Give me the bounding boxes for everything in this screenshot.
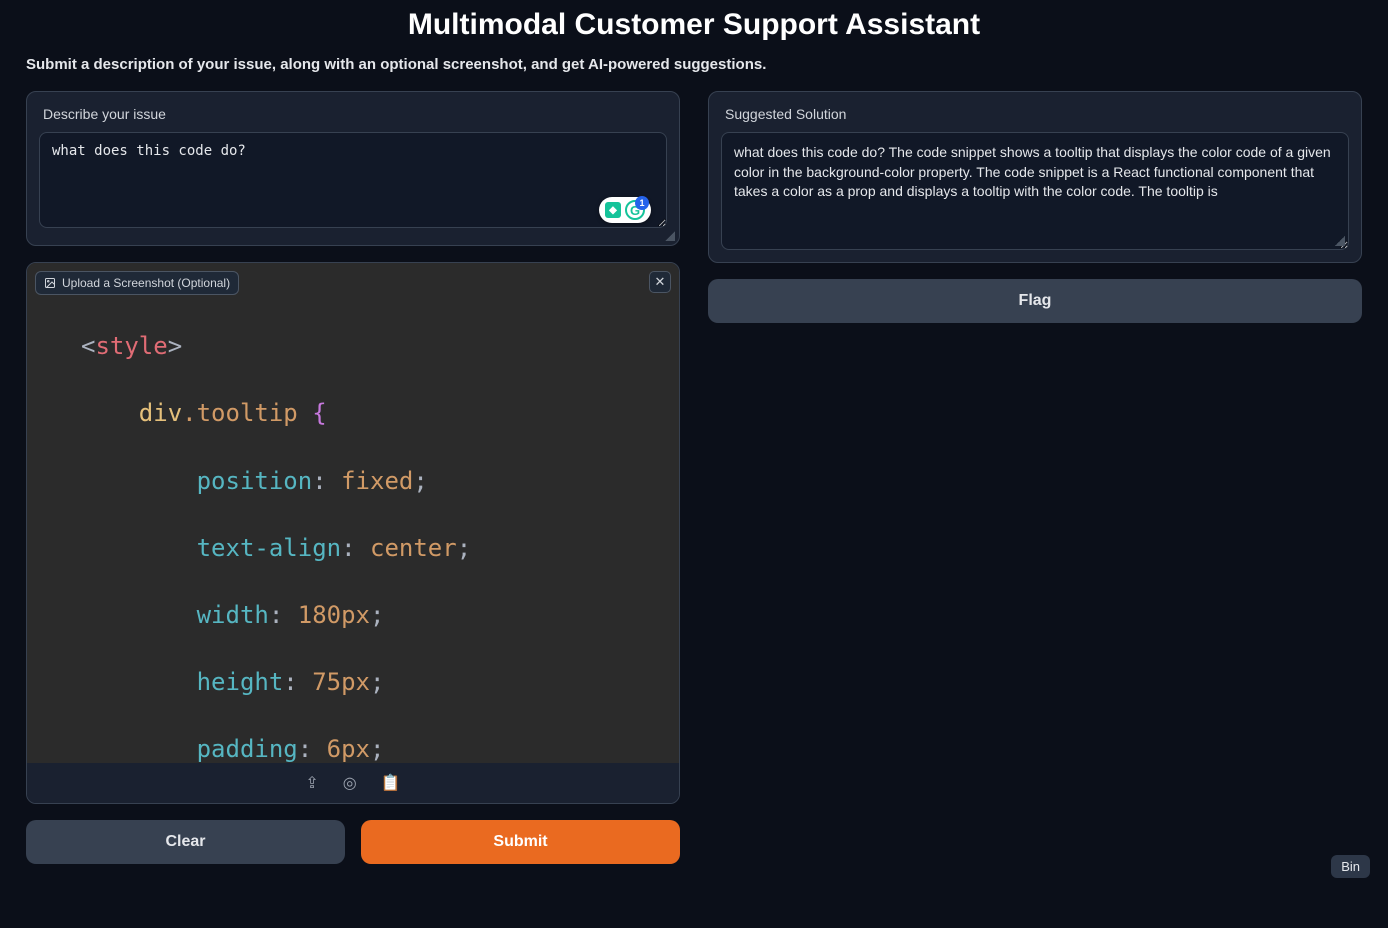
screenshot-preview: <style> div.tooltip { position: fixed; t… (27, 263, 679, 763)
grammarly-icon: G 1 (625, 200, 645, 220)
grammarly-badge[interactable]: ◆ G 1 (599, 197, 651, 223)
close-icon: ✕ (655, 274, 666, 290)
grammarly-count: 1 (635, 196, 649, 210)
page-subtitle: Submit a description of your issue, alon… (0, 56, 1388, 91)
upload-tab-label: Upload a Screenshot (Optional) (62, 276, 230, 290)
close-button[interactable]: ✕ (649, 271, 671, 293)
grammarly-diamond-icon: ◆ (605, 202, 621, 218)
upload-icon[interactable]: ⇪ (305, 773, 318, 793)
issue-input[interactable] (39, 132, 667, 228)
action-buttons: Clear Submit (26, 820, 680, 864)
issue-label: Describe your issue (39, 104, 667, 132)
clipboard-icon[interactable]: 📋 (381, 773, 401, 793)
issue-panel: Describe your issue ◆ G 1 (26, 91, 680, 246)
page-title: Multimodal Customer Support Assistant (0, 0, 1388, 56)
resize-handle-icon[interactable] (665, 231, 675, 241)
image-icon (44, 277, 56, 289)
solution-output: what does this code do? The code snippet… (721, 132, 1349, 250)
upload-panel: Upload a Screenshot (Optional) ✕ <style>… (26, 262, 680, 804)
solution-label: Suggested Solution (721, 104, 1349, 132)
upload-tab[interactable]: Upload a Screenshot (Optional) (35, 271, 239, 295)
bin-pill[interactable]: Bin (1331, 855, 1370, 878)
clear-button[interactable]: Clear (26, 820, 345, 864)
flag-button[interactable]: Flag (708, 279, 1362, 323)
resize-handle-icon[interactable] (1335, 236, 1345, 246)
upload-toolbar: ⇪ ◎ 📋 (27, 763, 679, 803)
solution-panel: Suggested Solution what does this code d… (708, 91, 1362, 263)
target-icon[interactable]: ◎ (343, 773, 357, 793)
submit-button[interactable]: Submit (361, 820, 680, 864)
